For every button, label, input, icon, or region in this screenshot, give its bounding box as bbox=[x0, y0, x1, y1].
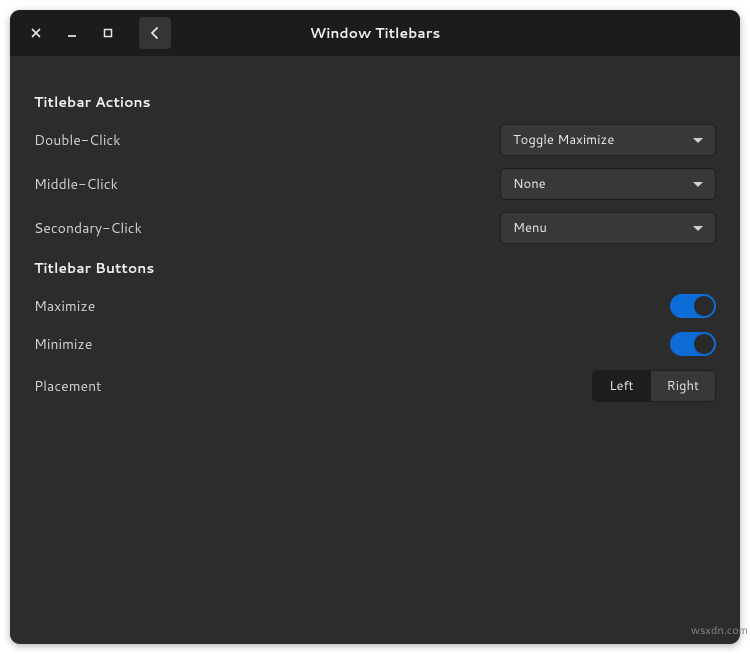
toggle-maximize[interactable] bbox=[670, 294, 716, 318]
content-area: Titlebar Actions Double-Click Toggle Max… bbox=[10, 56, 740, 442]
toggle-minimize[interactable] bbox=[670, 332, 716, 356]
segmented-placement: Left Right bbox=[592, 370, 716, 402]
row-placement: Placement Left Right bbox=[34, 370, 716, 402]
chevron-left-icon bbox=[150, 27, 160, 39]
seg-right[interactable]: Right bbox=[651, 371, 715, 401]
close-icon bbox=[31, 28, 41, 38]
chevron-down-icon bbox=[693, 182, 703, 187]
maximize-button[interactable] bbox=[94, 19, 122, 47]
seg-left[interactable]: Left bbox=[593, 371, 650, 401]
chevron-down-icon bbox=[693, 226, 703, 231]
label-placement: Placement bbox=[34, 376, 101, 396]
watermark-text: wsxdn.com bbox=[691, 622, 748, 638]
row-maximize: Maximize bbox=[34, 290, 716, 322]
combo-double-click[interactable]: Toggle Maximize bbox=[500, 124, 716, 156]
combo-secondary-click[interactable]: Menu bbox=[500, 212, 716, 244]
row-secondary-click: Secondary-Click Menu bbox=[34, 212, 716, 244]
section-title-buttons: Titlebar Buttons bbox=[34, 258, 716, 278]
toggle-knob bbox=[694, 334, 714, 354]
combo-value: Menu bbox=[513, 219, 547, 237]
section-title-actions: Titlebar Actions bbox=[34, 92, 716, 112]
row-double-click: Double-Click Toggle Maximize bbox=[34, 124, 716, 156]
label-secondary-click: Secondary-Click bbox=[34, 218, 142, 238]
chevron-down-icon bbox=[693, 138, 703, 143]
toggle-knob bbox=[694, 296, 714, 316]
label-minimize: Minimize bbox=[34, 334, 92, 354]
label-middle-click: Middle-Click bbox=[34, 174, 118, 194]
combo-value: None bbox=[513, 175, 546, 193]
label-double-click: Double-Click bbox=[34, 130, 121, 150]
combo-middle-click[interactable]: None bbox=[500, 168, 716, 200]
maximize-icon bbox=[103, 28, 113, 38]
back-button[interactable] bbox=[138, 16, 172, 50]
row-middle-click: Middle-Click None bbox=[34, 168, 716, 200]
minimize-icon bbox=[67, 28, 77, 38]
row-minimize: Minimize bbox=[34, 328, 716, 360]
combo-value: Toggle Maximize bbox=[513, 131, 614, 149]
settings-window: Window Titlebars Titlebar Actions Double… bbox=[10, 10, 740, 644]
minimize-button[interactable] bbox=[58, 19, 86, 47]
titlebar: Window Titlebars bbox=[10, 10, 740, 56]
label-maximize: Maximize bbox=[34, 296, 95, 316]
close-button[interactable] bbox=[22, 19, 50, 47]
